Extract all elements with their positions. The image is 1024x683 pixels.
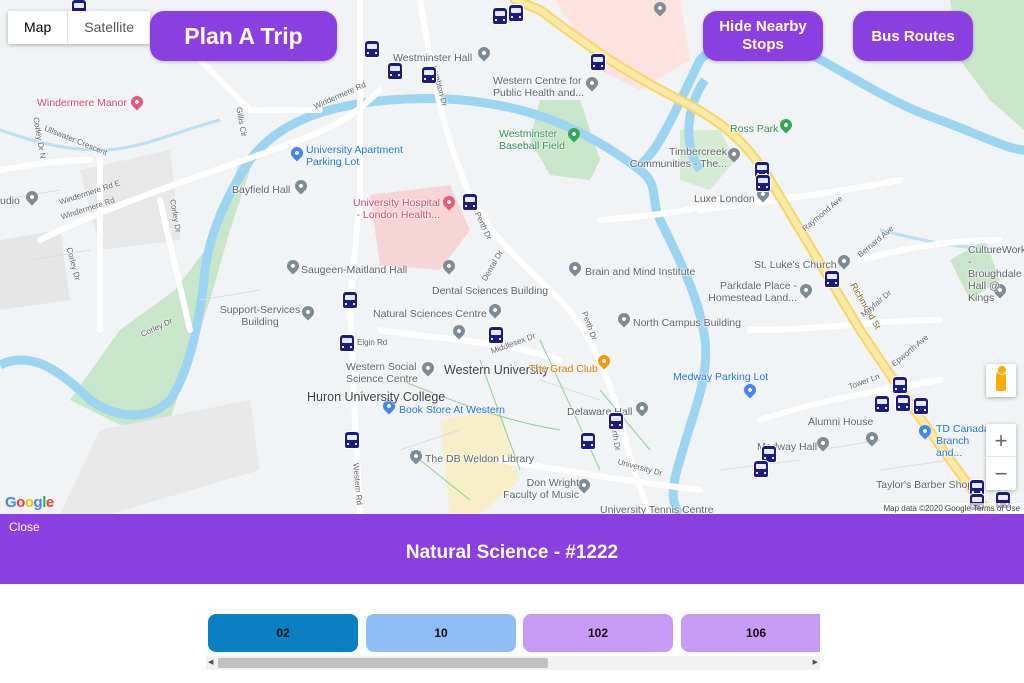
route-chip[interactable]: 102 xyxy=(523,614,673,652)
poi-label: Bayfield Hall xyxy=(232,184,291,196)
google-logo-text: Google xyxy=(5,494,54,511)
bus-marker-icon[interactable] xyxy=(509,5,523,21)
poi-label: udio xyxy=(0,195,20,207)
stop-title: Natural Science - #1222 xyxy=(405,542,619,563)
poi-label: University Hospital - London Health... xyxy=(353,197,440,221)
map-type-satellite-button[interactable]: Satellite xyxy=(67,11,150,44)
route-list[interactable]: 02 10 102 106 xyxy=(206,612,820,654)
poi-label: The DB Weldon Library xyxy=(425,453,534,465)
route-list-scrollbar[interactable]: ◀ ▶ xyxy=(206,656,820,670)
poi-label: The Grad Club xyxy=(529,363,598,375)
campus-label: Western University xyxy=(444,363,549,377)
poi-label: St. Luke's Church xyxy=(754,259,837,271)
poi-label: University Apartment Parking Lot xyxy=(306,144,403,168)
poi-label: Western Centre for Public Health and... xyxy=(493,75,585,99)
poi-label: Dental Sciences Building xyxy=(432,285,549,297)
bus-marker-icon[interactable] xyxy=(340,335,354,351)
campus-label: Huron University College xyxy=(307,390,446,404)
bus-marker-icon[interactable] xyxy=(914,398,928,414)
plan-trip-button[interactable]: Plan A Trip xyxy=(150,11,337,61)
bus-marker-icon[interactable] xyxy=(343,292,357,308)
poi-label: Windermere Manor xyxy=(37,97,127,109)
bus-marker-icon[interactable] xyxy=(756,175,770,191)
poi-label: Medway Parking Lot xyxy=(673,371,769,383)
bus-marker-icon[interactable] xyxy=(762,446,776,462)
close-button[interactable]: Close xyxy=(9,520,40,534)
map-type-toggle[interactable]: Map Satellite xyxy=(8,11,151,44)
scroll-left-arrow-icon[interactable]: ◀ xyxy=(208,658,213,668)
poi-label: Don Wright Faculty of Music xyxy=(503,477,579,501)
bus-marker-icon[interactable] xyxy=(345,432,359,448)
poi-label: Alumni House xyxy=(808,416,874,428)
bus-routes-button[interactable]: Bus Routes xyxy=(853,11,973,61)
route-chip[interactable]: 10 xyxy=(366,614,516,652)
bus-marker-icon[interactable] xyxy=(489,327,503,343)
poi-label: Natural Sciences Centre xyxy=(373,308,487,320)
street-view-pegman-icon[interactable] xyxy=(986,364,1016,397)
poi-label: Saugeen-Maitland Hall xyxy=(301,264,408,276)
poi-label: TD Canada Branch and... xyxy=(936,423,990,459)
poi-label: Brain and Mind Institute xyxy=(585,266,696,278)
bus-marker-icon[interactable] xyxy=(591,54,605,70)
map-attribution[interactable]: Map data ©2020 Google Terms of Use xyxy=(879,503,1024,514)
poi-label: Taylor's Barber Shop xyxy=(876,479,974,491)
bus-marker-icon[interactable] xyxy=(493,8,507,24)
map-view[interactable]: Windermere Manor Westminster Hall Wester… xyxy=(0,0,1024,514)
bus-marker-icon[interactable] xyxy=(463,194,477,210)
zoom-in-button[interactable]: + xyxy=(986,424,1016,457)
route-chip[interactable]: 106 xyxy=(681,614,820,652)
bus-marker-icon[interactable] xyxy=(609,413,623,429)
stop-panel-header: Close Natural Science - #1222 xyxy=(0,514,1024,584)
zoom-out-button[interactable]: − xyxy=(986,457,1016,490)
poi-label: Book Store At Western xyxy=(399,404,506,416)
poi-label: Westminster Hall xyxy=(393,52,473,64)
poi-label: Timbercreek Communities - The... xyxy=(629,146,727,170)
bus-marker-icon[interactable] xyxy=(754,461,768,477)
bus-marker-icon[interactable] xyxy=(581,433,595,449)
google-logo: Google xyxy=(5,494,54,511)
zoom-control[interactable]: + − xyxy=(986,424,1016,490)
bus-marker-icon[interactable] xyxy=(896,395,910,411)
poi-label: North Campus Building xyxy=(633,317,741,329)
poi-label: CultureWorks - Broughdale Hall @ Kings xyxy=(968,244,1024,304)
poi-label: Luxe London xyxy=(694,193,755,205)
scroll-right-arrow-icon[interactable]: ▶ xyxy=(813,658,818,668)
poi-label: Westminster Baseball Field xyxy=(499,128,565,152)
poi-label: Ross Park xyxy=(730,123,779,135)
bus-marker-icon[interactable] xyxy=(422,67,436,83)
bus-marker-icon[interactable] xyxy=(365,41,379,57)
scrollbar-thumb[interactable] xyxy=(218,658,548,668)
poi-label: Support-Services Building xyxy=(219,304,301,328)
hide-nearby-stops-button[interactable]: Hide Nearby Stops xyxy=(703,11,823,61)
street-label: Elgin Rd xyxy=(357,338,388,347)
bus-marker-icon[interactable] xyxy=(875,396,889,412)
bus-marker-icon[interactable] xyxy=(388,63,402,79)
map-type-map-button[interactable]: Map xyxy=(8,11,67,44)
poi-label: Western Social Science Centre xyxy=(346,361,418,385)
bus-marker-icon[interactable] xyxy=(825,271,839,287)
poi-label: Parkdale Place - Homestead Land... xyxy=(708,280,797,304)
route-chip[interactable]: 02 xyxy=(208,614,358,652)
poi-label: University Tennis Centre xyxy=(600,504,714,514)
bus-marker-icon[interactable] xyxy=(893,377,907,393)
